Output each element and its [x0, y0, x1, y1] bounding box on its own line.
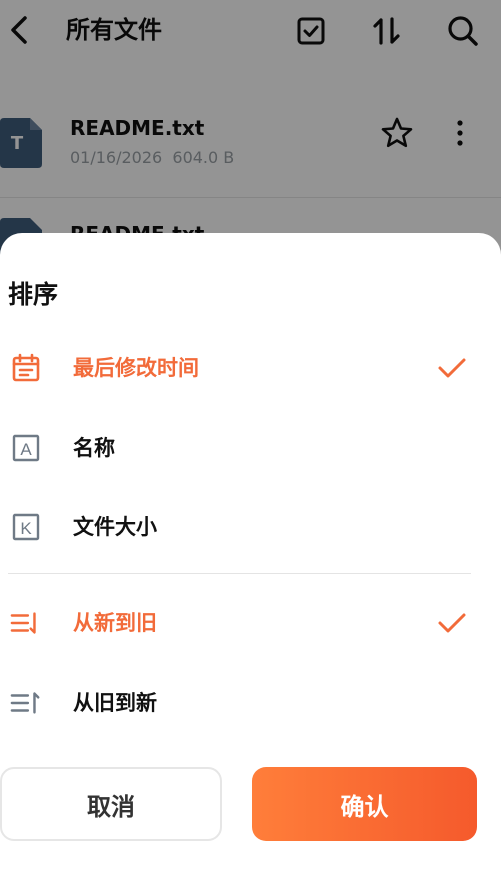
confirm-button[interactable]: 确认: [252, 767, 477, 841]
letter-a-icon: A: [10, 432, 42, 464]
calendar-icon: [10, 352, 42, 384]
check-icon: [436, 609, 468, 637]
letter-k-glyph: K: [20, 519, 32, 538]
order-option-newest-first[interactable]: 从新到旧: [0, 593, 501, 653]
sort-ascending-icon: [10, 687, 42, 719]
option-label: 名称: [73, 436, 115, 460]
sort-bottom-sheet: 排序 最后修改时间 A 名称 K 文件大小 从新到旧 从旧到新 取消 确认: [0, 233, 501, 871]
sheet-title: 排序: [8, 280, 59, 309]
check-icon: [436, 354, 468, 382]
sort-option-size[interactable]: K 文件大小: [0, 497, 501, 557]
option-label: 文件大小: [73, 515, 157, 539]
cancel-button[interactable]: 取消: [0, 767, 222, 841]
order-option-oldest-first[interactable]: 从旧到新: [0, 673, 501, 733]
option-label: 从旧到新: [73, 691, 157, 715]
sort-descending-icon: [10, 607, 42, 639]
sort-option-modified-time[interactable]: 最后修改时间: [0, 338, 501, 398]
letter-k-icon: K: [10, 511, 42, 543]
option-label: 最后修改时间: [73, 356, 199, 380]
sort-option-name[interactable]: A 名称: [0, 418, 501, 478]
option-label: 从新到旧: [73, 611, 157, 635]
letter-a-glyph: A: [20, 440, 32, 459]
sheet-divider: [8, 573, 471, 574]
